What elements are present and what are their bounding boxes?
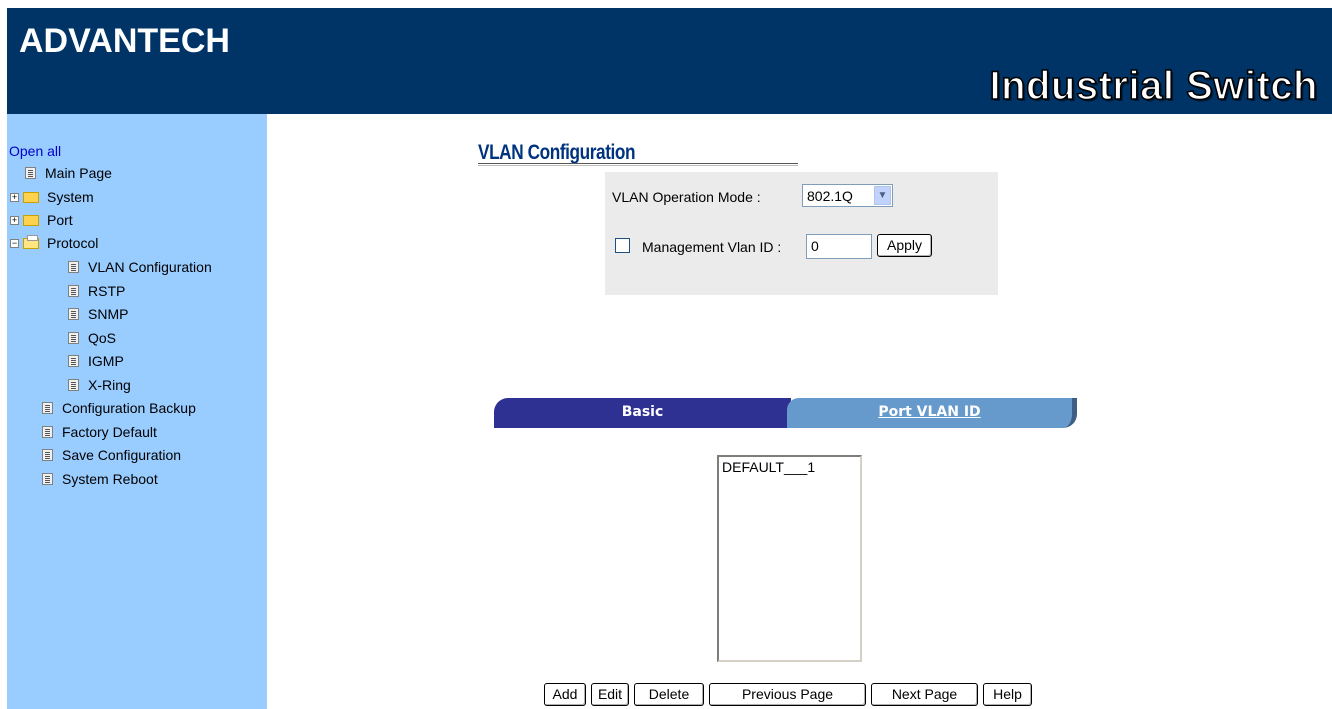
tab-basic[interactable]: Basic <box>494 398 791 428</box>
page-icon <box>25 167 36 179</box>
chevron-down-icon[interactable]: ▼ <box>874 186 891 205</box>
sidebar-item-snmp[interactable]: SNMP <box>68 304 128 324</box>
next-page-button[interactable]: Next Page <box>871 683 978 706</box>
sidebar-item-port[interactable]: + Port <box>10 210 73 230</box>
page-icon <box>42 402 53 414</box>
sidebar-item-factory-default[interactable]: Factory Default <box>42 422 157 442</box>
vlan-listbox[interactable]: DEFAULT___1 <box>717 455 862 662</box>
sidebar-item-label: System <box>47 189 94 205</box>
sidebar-item-protocol[interactable]: − Protocol <box>10 233 98 253</box>
page-icon <box>68 355 79 367</box>
title-underline-shadow <box>478 165 798 166</box>
operation-mode-value: 802.1Q <box>807 188 853 204</box>
sidebar-item-x-ring[interactable]: X-Ring <box>68 375 131 395</box>
page-icon <box>68 332 79 344</box>
operation-mode-label: VLAN Operation Mode : <box>612 189 761 205</box>
sidebar-nav: Open all Main Page + System + Port − Pro… <box>7 114 267 709</box>
sidebar-item-label: X-Ring <box>88 377 131 393</box>
delete-button[interactable]: Delete <box>634 683 704 706</box>
tab-port-vlan-id[interactable]: Port VLAN ID <box>787 398 1077 428</box>
page-icon <box>68 285 79 297</box>
sidebar-item-save-configuration[interactable]: Save Configuration <box>42 445 181 465</box>
page-icon <box>42 449 53 461</box>
expand-icon[interactable]: + <box>10 215 19 225</box>
apply-button[interactable]: Apply <box>877 234 932 257</box>
product-title: Industrial Switch <box>989 63 1319 109</box>
sidebar-item-rstp[interactable]: RSTP <box>68 281 125 301</box>
sidebar-item-main-page[interactable]: Main Page <box>25 163 112 183</box>
sidebar-item-configuration-backup[interactable]: Configuration Backup <box>42 398 196 418</box>
sidebar-item-label: IGMP <box>88 353 124 369</box>
sidebar-item-label: QoS <box>88 330 117 346</box>
sidebar-item-label: Save Configuration <box>62 447 182 463</box>
management-vlan-label: Management Vlan ID : <box>642 239 782 255</box>
collapse-icon[interactable]: − <box>10 238 19 248</box>
title-underline <box>478 163 798 164</box>
sidebar-item-label: Protocol <box>47 235 99 251</box>
expand-icon[interactable]: + <box>10 192 19 202</box>
page-icon <box>42 473 53 485</box>
add-button[interactable]: Add <box>544 683 586 706</box>
sidebar-item-label: VLAN Configuration <box>88 259 212 275</box>
folder-icon <box>23 191 39 203</box>
sidebar-item-label: Factory Default <box>62 424 157 440</box>
sidebar-item-label: System Reboot <box>62 471 158 487</box>
page-icon <box>68 379 79 391</box>
sidebar-item-label: SNMP <box>88 306 129 322</box>
folder-icon <box>23 214 39 226</box>
brand-logo: ADVANTECH <box>19 22 230 60</box>
previous-page-button[interactable]: Previous Page <box>709 683 866 706</box>
edit-button[interactable]: Edit <box>591 683 629 706</box>
sidebar-item-system[interactable]: + System <box>10 187 94 207</box>
sidebar-item-label: Main Page <box>45 165 112 181</box>
sidebar-item-system-reboot[interactable]: System Reboot <box>42 469 158 489</box>
sidebar-item-igmp[interactable]: IGMP <box>68 351 124 371</box>
sidebar-item-label: Configuration Backup <box>62 400 196 416</box>
sidebar-item-label: Port <box>47 212 73 228</box>
sidebar-item-qos[interactable]: QoS <box>68 328 116 348</box>
sidebar-item-label: RSTP <box>88 283 126 299</box>
help-button[interactable]: Help <box>983 683 1032 706</box>
management-vlan-input[interactable]: 0 <box>806 234 872 259</box>
page-icon <box>68 261 79 273</box>
open-folder-icon <box>23 234 39 249</box>
header-banner: ADVANTECH Industrial Switch <box>7 8 1332 114</box>
page-title: VLAN Configuration <box>478 141 636 164</box>
list-item[interactable]: DEFAULT___1 <box>722 459 857 475</box>
management-vlan-checkbox[interactable] <box>615 238 630 253</box>
sidebar-item-vlan-configuration[interactable]: VLAN Configuration <box>68 257 212 277</box>
open-all-link[interactable]: Open all <box>9 143 61 159</box>
operation-mode-select[interactable]: 802.1Q ▼ <box>802 184 893 207</box>
page-icon <box>42 426 53 438</box>
page-icon <box>68 308 79 320</box>
